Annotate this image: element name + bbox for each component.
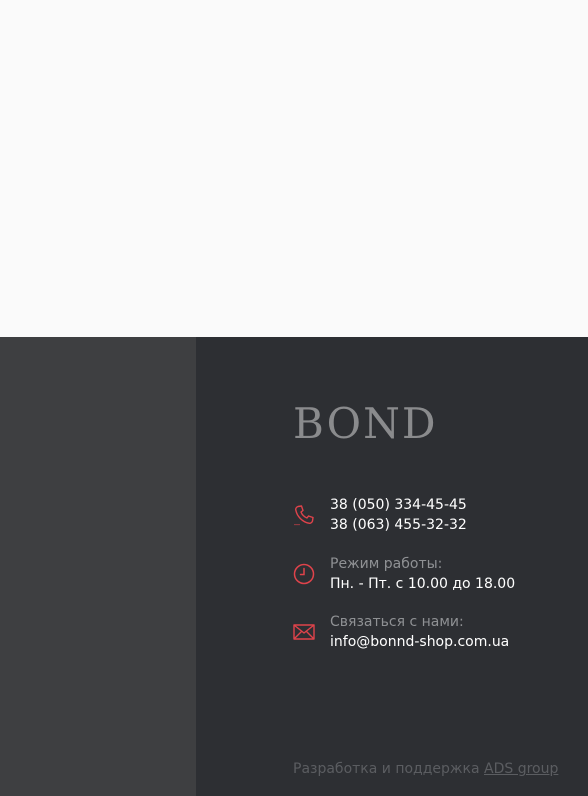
content-area <box>0 0 588 337</box>
phone-icon <box>293 504 315 526</box>
hours-value: Пн. - Пт. с 10.00 до 18.00 <box>330 576 516 592</box>
footer-logo[interactable]: BOND <box>293 399 438 449</box>
developer-link[interactable]: ADS group <box>484 761 558 777</box>
hours-block: Режим работы: Пн. - Пт. с 10.00 до 18.00 <box>293 554 515 594</box>
credits-text: Разработка и поддержка <box>293 761 480 777</box>
contact-label: Связаться с нами: <box>330 614 464 630</box>
contact-block: Связаться с нами: info@bonnd-shop.com.ua <box>293 612 509 652</box>
contact-email-link[interactable]: info@bonnd-shop.com.ua <box>330 632 509 652</box>
footer-left-panel <box>0 337 196 796</box>
phone-block: 38 (050) 334-45-45 38 (063) 455-32-32 <box>293 495 467 535</box>
envelope-icon <box>293 621 315 643</box>
phone-number-2[interactable]: 38 (063) 455-32-32 <box>330 515 467 535</box>
developer-credits: Разработка и поддержка ADS group <box>293 761 558 777</box>
site-footer: BOND 38 (050) 334-45-45 38 (063) 455-32-… <box>0 337 588 796</box>
phone-number-1[interactable]: 38 (050) 334-45-45 <box>330 495 467 515</box>
hours-label: Режим работы: <box>330 556 443 572</box>
clock-icon <box>293 563 315 585</box>
